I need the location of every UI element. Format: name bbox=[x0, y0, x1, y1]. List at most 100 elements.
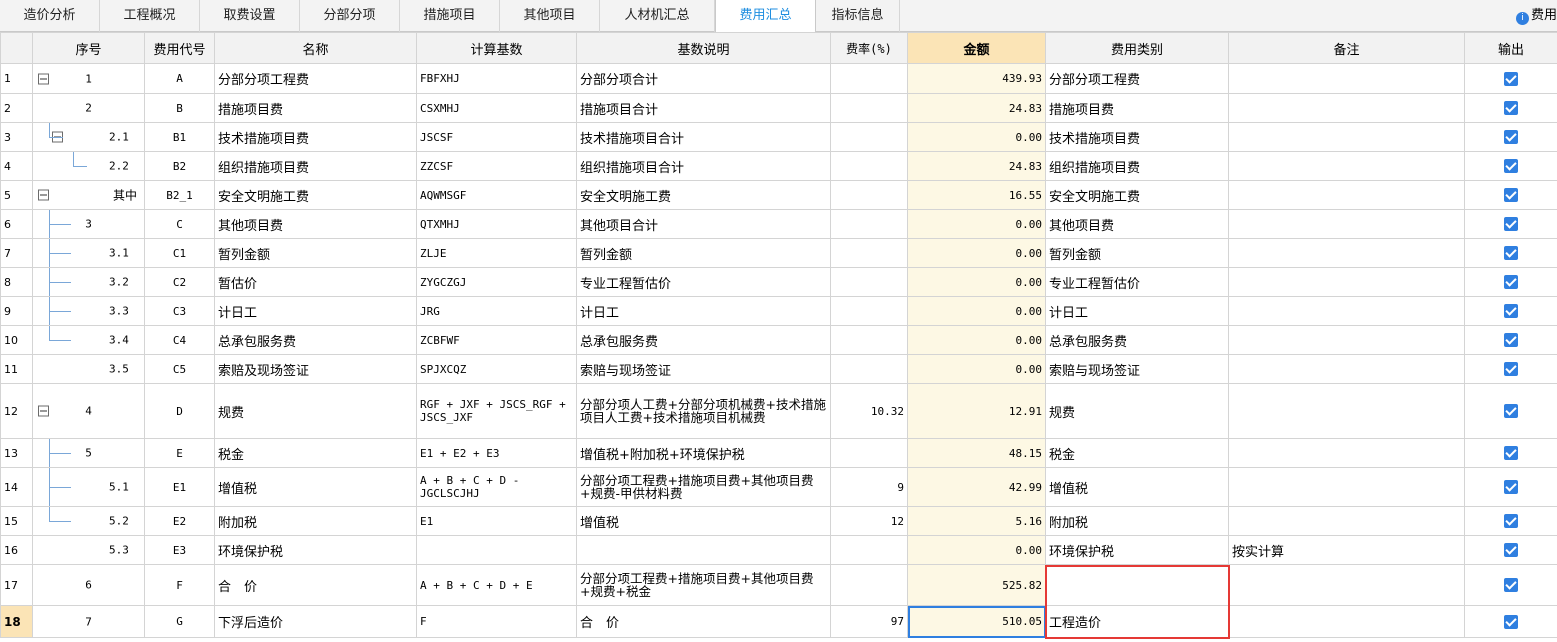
amount-cell[interactable]: 0.00 bbox=[907, 535, 1046, 565]
base-cell[interactable]: E1 + E2 + E3 bbox=[416, 438, 577, 468]
amount-cell[interactable]: 0.00 bbox=[907, 238, 1046, 268]
remark-cell[interactable] bbox=[1228, 63, 1465, 94]
table-row[interactable]: 14 5.1 E1 增值税 A + B + C + D - JGCLSCJHJ 分部分项工… bbox=[0, 467, 1557, 507]
seq-cell[interactable]: 6 bbox=[32, 564, 145, 606]
row-number[interactable]: 9 bbox=[0, 296, 33, 326]
name-cell[interactable]: 措施项目费 bbox=[214, 93, 417, 123]
seq-cell[interactable]: 1 bbox=[32, 63, 145, 94]
amount-cell[interactable]: 0.00 bbox=[907, 296, 1046, 326]
category-cell[interactable]: 安全文明施工费 bbox=[1045, 180, 1229, 210]
row-number[interactable]: 4 bbox=[0, 151, 33, 181]
code-cell[interactable]: E3 bbox=[144, 535, 215, 565]
row-number[interactable]: 16 bbox=[0, 535, 33, 565]
code-cell[interactable]: E1 bbox=[144, 467, 215, 507]
remark-cell[interactable] bbox=[1228, 506, 1465, 536]
code-cell[interactable]: E2 bbox=[144, 506, 215, 536]
name-cell[interactable]: 安全文明施工费 bbox=[214, 180, 417, 210]
remark-cell[interactable] bbox=[1228, 93, 1465, 123]
rate-cell[interactable] bbox=[830, 564, 908, 606]
output-cell[interactable] bbox=[1464, 564, 1557, 606]
category-cell[interactable]: 组织措施项目费 bbox=[1045, 151, 1229, 181]
rate-cell[interactable] bbox=[830, 238, 908, 268]
code-cell[interactable]: C bbox=[144, 209, 215, 239]
base-cell[interactable]: A + B + C + D + E bbox=[416, 564, 577, 606]
base-cell[interactable]: E1 bbox=[416, 506, 577, 536]
name-cell[interactable]: 增值税 bbox=[214, 467, 417, 507]
base-cell[interactable]: F bbox=[416, 605, 577, 638]
output-checkbox[interactable] bbox=[1504, 480, 1518, 494]
output-cell[interactable] bbox=[1464, 438, 1557, 468]
amount-cell[interactable]: 0.00 bbox=[907, 267, 1046, 297]
base-cell[interactable]: ZYGCZGJ bbox=[416, 267, 577, 297]
row-number[interactable]: 18 bbox=[0, 605, 33, 638]
tab-5[interactable]: 措施项目 bbox=[400, 0, 500, 32]
output-checkbox[interactable] bbox=[1504, 514, 1518, 528]
output-checkbox[interactable] bbox=[1504, 404, 1518, 418]
output-cell[interactable] bbox=[1464, 506, 1557, 536]
remark-cell[interactable] bbox=[1228, 605, 1465, 638]
category-cell[interactable]: 分部分项工程费 bbox=[1045, 63, 1229, 94]
amount-cell[interactable]: 0.00 bbox=[907, 122, 1046, 152]
rate-cell[interactable] bbox=[830, 354, 908, 384]
code-cell[interactable]: B bbox=[144, 93, 215, 123]
seq-cell[interactable]: 7 bbox=[32, 605, 145, 638]
seq-cell[interactable]: 3.3 bbox=[32, 296, 145, 326]
base-desc-cell[interactable]: 增值税+附加税+环境保护税 bbox=[576, 438, 831, 468]
output-checkbox[interactable] bbox=[1504, 71, 1518, 86]
base-desc-cell[interactable]: 分部分项工程费+措施项目费+其他项目费+规费+税金 bbox=[576, 564, 831, 606]
remark-cell[interactable] bbox=[1228, 354, 1465, 384]
base-cell[interactable]: ZZCSF bbox=[416, 151, 577, 181]
name-cell[interactable]: 规费 bbox=[214, 383, 417, 439]
output-cell[interactable] bbox=[1464, 209, 1557, 239]
seq-cell[interactable]: 其中 bbox=[32, 180, 145, 210]
table-row[interactable]: 5 其中 B2_1 安全文明施工费 AQWMSGF 安全文明施工费 16.55 安全文明施工费 bbox=[0, 180, 1557, 210]
code-cell[interactable]: C3 bbox=[144, 296, 215, 326]
category-cell[interactable]: 总承包服务费 bbox=[1045, 325, 1229, 355]
base-desc-cell[interactable]: 暂列金额 bbox=[576, 238, 831, 268]
table-row[interactable]: 1 1 A 分部分项工程费 FBFXHJ 分部分项合计 439.93 分部分项工程费 bbox=[0, 63, 1557, 94]
amount-cell[interactable]: 0.00 bbox=[907, 354, 1046, 384]
seq-cell[interactable]: 2.1 bbox=[32, 122, 145, 152]
category-cell[interactable]: 技术措施项目费 bbox=[1045, 122, 1229, 152]
table-row[interactable]: 18 7 G 下浮后造价 F 合 价 97 510.05 工程造价 bbox=[0, 605, 1557, 638]
remark-cell[interactable] bbox=[1228, 438, 1465, 468]
rate-cell[interactable] bbox=[830, 93, 908, 123]
remark-cell[interactable] bbox=[1228, 180, 1465, 210]
name-cell[interactable]: 环境保护税 bbox=[214, 535, 417, 565]
seq-cell[interactable]: 5 bbox=[32, 438, 145, 468]
tab-8[interactable]: 费用汇总 bbox=[715, 0, 816, 33]
name-cell[interactable]: 下浮后造价 bbox=[214, 605, 417, 638]
output-checkbox[interactable] bbox=[1504, 130, 1518, 144]
name-cell[interactable]: 税金 bbox=[214, 438, 417, 468]
rate-cell[interactable]: 12 bbox=[830, 506, 908, 536]
rate-cell[interactable]: 10.32 bbox=[830, 383, 908, 439]
output-cell[interactable] bbox=[1464, 325, 1557, 355]
code-cell[interactable]: F bbox=[144, 564, 215, 606]
code-cell[interactable]: A bbox=[144, 63, 215, 94]
tab-1[interactable]: 造价分析 bbox=[0, 0, 100, 32]
amount-cell[interactable]: 12.91 bbox=[907, 383, 1046, 439]
category-cell[interactable] bbox=[1045, 564, 1229, 606]
output-cell[interactable] bbox=[1464, 122, 1557, 152]
rate-cell[interactable] bbox=[830, 180, 908, 210]
remark-cell[interactable] bbox=[1228, 209, 1465, 239]
rate-cell[interactable] bbox=[830, 122, 908, 152]
remark-cell[interactable] bbox=[1228, 151, 1465, 181]
name-cell[interactable]: 计日工 bbox=[214, 296, 417, 326]
rate-cell[interactable] bbox=[830, 209, 908, 239]
output-cell[interactable] bbox=[1464, 93, 1557, 123]
output-checkbox[interactable] bbox=[1504, 101, 1518, 115]
remark-cell[interactable] bbox=[1228, 325, 1465, 355]
base-cell[interactable]: RGF + JXF + JSCS_RGF + JSCS_JXF bbox=[416, 383, 577, 439]
base-cell[interactable] bbox=[416, 535, 577, 565]
code-cell[interactable]: E bbox=[144, 438, 215, 468]
row-number[interactable]: 13 bbox=[0, 438, 33, 468]
table-row[interactable]: 15 5.2 E2 附加税 E1 增值税 12 5.16 附加税 bbox=[0, 506, 1557, 536]
amount-cell[interactable]: 510.05 bbox=[907, 605, 1046, 638]
category-cell[interactable]: 增值税 bbox=[1045, 467, 1229, 507]
table-row[interactable]: 12 4 D 规费 RGF + JXF + JSCS_RGF + JSCS_JXF 分部分… bbox=[0, 383, 1557, 439]
row-number[interactable]: 8 bbox=[0, 267, 33, 297]
row-number[interactable]: 6 bbox=[0, 209, 33, 239]
row-number[interactable]: 15 bbox=[0, 506, 33, 536]
base-desc-cell[interactable]: 分部分项人工费+分部分项机械费+技术措施项目人工费+技术措施项目机械费 bbox=[576, 383, 831, 439]
